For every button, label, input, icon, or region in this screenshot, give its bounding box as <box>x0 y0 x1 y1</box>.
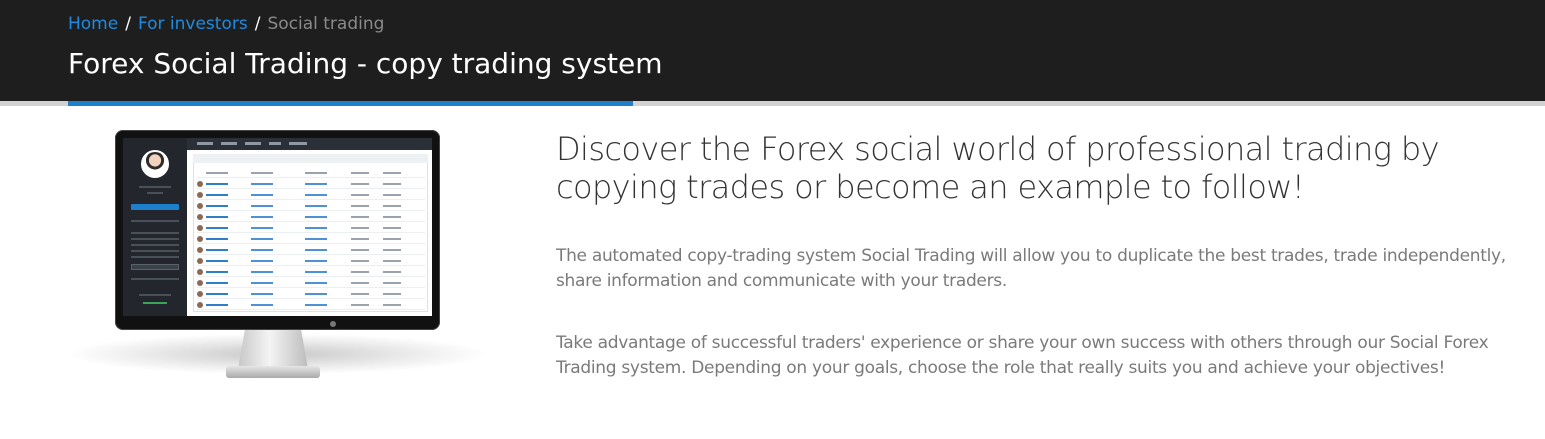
screen-topbar <box>187 138 432 150</box>
screen-table-row <box>197 245 425 255</box>
screen-text-line <box>131 232 179 234</box>
screen-text-line <box>131 278 179 280</box>
screen-button <box>131 264 179 270</box>
benefits-paragraph: Take advantage of successful traders' ex… <box>556 333 1489 378</box>
title-underline-accent <box>68 101 633 106</box>
screen-text-line <box>147 192 163 194</box>
screen-menu-item <box>221 142 237 145</box>
monitor-illustration <box>60 124 490 384</box>
screen-text-line <box>143 302 167 304</box>
screen-table-row <box>197 190 425 200</box>
screen-table-row <box>197 289 425 299</box>
monitor-stand-base <box>226 366 320 378</box>
screen-menu-item <box>245 142 261 145</box>
breadcrumb-link-home[interactable]: Home <box>68 14 118 34</box>
screen-table-row <box>197 278 425 288</box>
screen-table-row <box>197 234 425 244</box>
screen-text-line <box>139 294 171 296</box>
page-title: Forex Social Trading - copy trading syst… <box>68 47 663 80</box>
screen-table-row <box>197 179 425 189</box>
monitor-bezel <box>115 130 440 330</box>
screen-table-row <box>197 267 425 277</box>
breadcrumb-current: Social trading <box>267 14 385 34</box>
section-headline: Discover the Forex social world of profe… <box>556 130 1440 206</box>
screen-table-row <box>197 300 425 310</box>
apple-logo-icon <box>330 321 336 327</box>
screen-table-row <box>197 223 425 233</box>
screen-sidebar <box>123 138 187 316</box>
avatar <box>141 150 169 178</box>
screen-text-line <box>139 186 171 188</box>
screen-text-line <box>131 256 179 258</box>
page-header: Home / For investors / Social trading Forex … <box>0 0 1545 101</box>
screen-text-line <box>131 220 179 222</box>
breadcrumb-link-for-investors[interactable]: For investors <box>138 14 248 34</box>
screen-table-row <box>197 212 425 222</box>
breadcrumb-separator: / <box>125 14 131 34</box>
intro-paragraph: The automated copy-trading system Social… <box>556 246 1506 291</box>
screen-table-row <box>197 201 425 211</box>
screen-table-row <box>197 168 425 178</box>
screen-text-line <box>131 244 179 246</box>
screen-text-line <box>131 238 179 240</box>
screen-menu-item <box>269 142 281 145</box>
monitor-screen <box>123 138 432 316</box>
screen-menu-item <box>197 142 213 145</box>
monitor-stand-neck <box>238 329 308 369</box>
screen-menu-item <box>289 142 307 145</box>
breadcrumb-separator: / <box>254 14 261 34</box>
screen-table-row <box>197 256 425 266</box>
screen-button <box>131 204 179 210</box>
breadcrumb: Home / For investors / Social trading <box>68 12 384 36</box>
screen-table-header <box>193 154 428 163</box>
screen-text-line <box>131 250 179 252</box>
